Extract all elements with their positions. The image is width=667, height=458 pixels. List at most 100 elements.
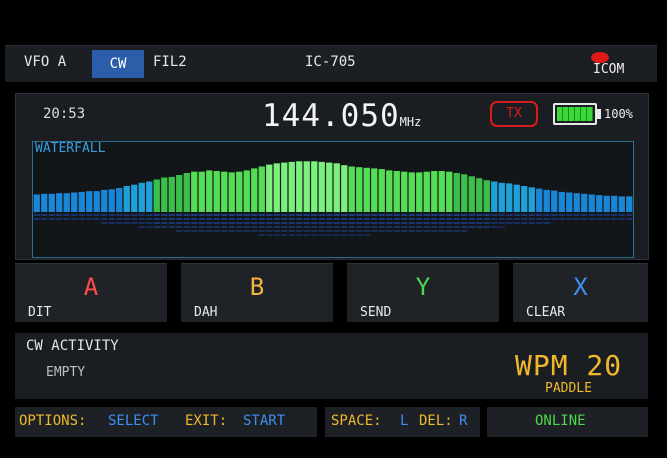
radio-model: IC-705 [305,54,356,70]
waterfall-history-line [93,218,100,220]
waterfall-history-line [491,214,498,216]
waterfall-history-line [236,218,243,220]
waterfall-bar [131,184,138,212]
send-button[interactable]: Y SEND [347,263,499,322]
waterfall-history-line [521,218,528,220]
waterfall-history-line [273,226,280,228]
waterfall-history-line [41,214,48,216]
waterfall-history-line [243,230,250,232]
waterfall-history-line [213,218,220,220]
waterfall-history-line [281,218,288,220]
filter-label[interactable]: FIL2 [153,54,187,70]
waterfall-history-line [146,222,153,224]
waterfall-history-line [401,222,408,224]
waterfall-history-line [506,222,513,224]
waterfall-history-line [438,230,445,232]
waterfall-history-line [146,214,153,216]
waterfall-bar [206,170,213,212]
waterfall-bar [236,171,243,212]
waterfall-history-line [146,226,153,228]
waterfall-history-line [206,218,213,220]
waterfall-history-line [86,214,93,216]
frequency-display[interactable]: 144.050MHz [262,98,421,134]
waterfall-bar [513,184,520,212]
waterfall-history-line [521,214,528,216]
waterfall-history-line [498,214,505,216]
waterfall-history-line [573,214,580,216]
waterfall-history-line [363,226,370,228]
waterfall-history-line [33,218,40,220]
waterfall-history-line [281,226,288,228]
dit-button[interactable]: A DIT [15,263,167,322]
waterfall-bar [341,165,348,212]
waterfall-bar [491,181,498,212]
waterfall-history-line [213,222,220,224]
waterfall-history-line [56,214,63,216]
waterfall-bar [506,183,513,212]
waterfall-history-line [476,226,483,228]
waterfall-bar [123,186,130,212]
waterfall-history-line [266,234,273,236]
waterfall-history-line [348,214,355,216]
waterfall-history-line [63,214,70,216]
waterfall-history-line [333,234,340,236]
waterfall-history-line [251,222,258,224]
button-key-a: A [83,273,99,301]
waterfall-bar [326,162,333,212]
waterfall-history-line [273,222,280,224]
waterfall-svg [33,161,633,236]
waterfall-history-line [446,222,453,224]
vfo-label[interactable]: VFO A [24,54,66,70]
waterfall-history-line [528,214,535,216]
waterfall-history-line [416,218,423,220]
waterfall-history-line [596,218,603,220]
waterfall-history-line [341,234,348,236]
hint-bar-options: OPTIONS: SELECT EXIT: START [15,407,317,437]
waterfall-label: WATERFALL [35,141,106,156]
waterfall-history-line [273,230,280,232]
waterfall-bar [378,169,385,212]
waterfall-history-line [386,230,393,232]
waterfall-history-line [78,214,85,216]
waterfall-history-line [153,222,160,224]
waterfall-history-line [108,218,115,220]
dah-button[interactable]: B DAH [181,263,333,322]
options-hint-label: OPTIONS: [19,413,87,429]
waterfall-history-line [176,222,183,224]
waterfall-history-line [326,230,333,232]
waterfall-history-line [288,226,295,228]
waterfall-history-line [378,218,385,220]
waterfall-history-line [296,222,303,224]
waterfall-bar [281,162,288,212]
waterfall-history-line [318,218,325,220]
waterfall-history-line [258,218,265,220]
wpm-readout[interactable]: WPM 20 [515,349,622,382]
space-hint-value: L [400,413,409,429]
waterfall-history-line [491,226,498,228]
clear-button[interactable]: X CLEAR [513,263,648,322]
waterfall-history-line [348,222,355,224]
waterfall-history-line [356,234,363,236]
waterfall-display[interactable]: WATERFALL [32,141,634,258]
waterfall-history-line [101,222,108,224]
waterfall-history-line [581,218,588,220]
waterfall-history-line [176,218,183,220]
waterfall-history-line [266,222,273,224]
waterfall-history-line [348,234,355,236]
waterfall-history-line [498,226,505,228]
mode-chip-cw[interactable]: CW [92,50,144,78]
top-status-bar: VFO A CW FIL2 IC-705 ICOM [5,45,657,82]
del-hint-label: DEL: [419,413,453,429]
waterfall-history-line [438,222,445,224]
waterfall-history-line [558,214,565,216]
waterfall-bar [191,171,198,212]
waterfall-history-line [326,222,333,224]
waterfall-history-line [341,214,348,216]
button-key-y: Y [415,273,431,301]
waterfall-history-line [221,222,228,224]
waterfall-history-line [393,218,400,220]
waterfall-history-line [498,222,505,224]
waterfall-history-line [333,222,340,224]
waterfall-bar [273,163,280,213]
waterfall-history-line [183,226,190,228]
